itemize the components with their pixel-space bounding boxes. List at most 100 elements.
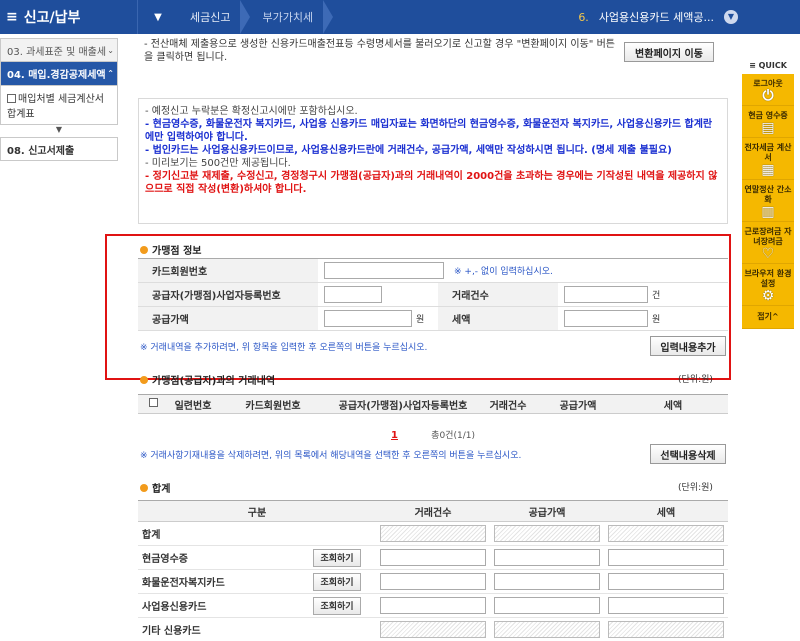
supply-amount-label: 공급가액 — [138, 307, 318, 330]
form-row: 공급자(가맹점)사업자등록번호 거래건수 건 — [138, 283, 728, 307]
business-card-lookup-button[interactable]: 조회하기 — [313, 596, 361, 615]
quick-menu-title: ≡ QUICK — [749, 61, 787, 70]
cash-receipt-lookup-button[interactable]: 조회하기 — [313, 548, 361, 567]
table-header-row: 일련번호 카드회원번호 공급자(가맹점)사업자등록번호 거래건수 공급가액 세액 — [138, 394, 728, 414]
step-selector[interactable]: 6. 사업용신용카드 세액공... ▼ — [578, 9, 738, 25]
quick-collapse-button[interactable]: 접기^ — [742, 306, 794, 329]
freight-card-count-input[interactable] — [380, 573, 486, 590]
other-card-count-field — [380, 621, 486, 638]
chevron-down-icon[interactable]: ▼ — [724, 10, 738, 24]
convert-page-button[interactable]: 변환페이지 이동 — [624, 42, 714, 62]
quick-browser-settings[interactable]: 브라우저 환경설정 ⚙ — [742, 264, 794, 306]
page-link[interactable]: 1 — [391, 430, 398, 441]
quick-e-invoice[interactable]: 전자세금 계산서 ▦ — [742, 138, 794, 180]
notice-box: - 예정신고 누락분은 확정신고시에만 포함하십시오. - 현금영수증, 화물운… — [138, 98, 728, 224]
column-header: 거래건수 — [489, 400, 527, 412]
business-number-input[interactable] — [324, 286, 382, 303]
column-header: 카드회원번호 — [245, 400, 301, 412]
pagination: 1 총0건(1/1) — [138, 428, 728, 441]
business-number-label: 공급자(가맹점)사업자등록번호 — [138, 283, 318, 306]
column-header: 공급가액 — [528, 507, 566, 519]
supply-amount-input[interactable] — [324, 310, 412, 327]
left-step-nav: 03. 과세표준 및 매출세 ⌄ 04. 매입.경감공제세액 ⌃ 매입처별 세금… — [0, 34, 118, 641]
total-count-field — [380, 525, 486, 542]
form-row: 카드회원번호 ※ +,- 없이 입력하십시오. — [138, 259, 728, 283]
column-header: 공급자(가맹점)사업자등록번호 — [338, 400, 468, 412]
chevron-up-icon[interactable]: ⌃ — [107, 69, 114, 78]
quick-cash-receipt[interactable]: 현금 영수증 ▤ — [742, 106, 794, 138]
notice-line: - 미리보기는 500건만 제공됩니다. — [145, 158, 291, 169]
chevron-down-icon[interactable]: ▼ — [138, 12, 178, 23]
row-label: 기타 신용카드 — [142, 626, 201, 637]
business-card-supply-input[interactable] — [494, 597, 600, 614]
transactions-section-title: 가맹점(공급자)과의 거래내역 — [140, 372, 275, 387]
other-card-supply-field — [494, 621, 600, 638]
table-row: 합계 — [138, 522, 728, 546]
nav-item-label: 03. 과세표준 및 매출세 — [7, 46, 107, 58]
freight-card-tax-input[interactable] — [608, 573, 724, 590]
tax-amount-label: 세액 — [438, 307, 558, 330]
document-icon: ▥ — [761, 204, 775, 220]
nav-subitem-purchase-invoice-summary[interactable]: 매입처별 세금계산서 합계표 — [0, 86, 118, 125]
cash-receipt-tax-input[interactable] — [608, 549, 724, 566]
card-number-input[interactable] — [324, 262, 444, 279]
notice-line: - 정기신고분 재제출, 수정신고, 경정청구시 가맹점(공급자)과의 거래내역… — [145, 171, 718, 195]
column-header: 세액 — [656, 507, 676, 519]
freight-card-supply-input[interactable] — [494, 573, 600, 590]
business-card-count-input[interactable] — [380, 597, 486, 614]
menu-toggle[interactable]: ≡ 신고/납부 — [0, 0, 138, 34]
form-row: 공급가액 원 세액 원 — [138, 307, 728, 331]
supply-unit: 원 — [416, 315, 425, 325]
tax-amount-input[interactable] — [564, 310, 648, 327]
column-header: 일련번호 — [174, 400, 212, 412]
chevron-down-icon[interactable]: ▼ — [0, 125, 118, 135]
top-navigation-bar: ≡ 신고/납부 ▼ 세금신고 부가가치세 6. 사업용신용카드 세액공... ▼ — [0, 0, 800, 34]
cash-receipt-count-input[interactable] — [380, 549, 486, 566]
table-header-row: 구분 거래건수 공급가액 세액 — [138, 500, 728, 522]
transaction-count-input[interactable] — [564, 286, 648, 303]
bullet-icon — [140, 245, 148, 254]
nav-item-submit-return[interactable]: 08. 신고서제출 — [0, 137, 118, 161]
receipt-icon: ▤ — [761, 120, 775, 136]
quick-incentive[interactable]: 근로장려금 자녀장려금 ♡ — [742, 222, 794, 264]
breadcrumb-item-tax-filing[interactable]: 세금신고 — [178, 0, 251, 34]
total-supply-field — [494, 525, 600, 542]
gear-icon: ⚙ — [761, 288, 775, 304]
add-instruction: ※ 거래내역을 추가하려면, 위 항목을 입력한 후 오른쪽의 버튼을 누르십시… — [140, 343, 428, 353]
heart-icon: ♡ — [761, 246, 775, 262]
nav-item-tax-base[interactable]: 03. 과세표준 및 매출세 ⌄ — [0, 38, 118, 62]
quick-year-end-settlement[interactable]: 연말정산 간소화 ▥ — [742, 180, 794, 222]
select-all-checkbox[interactable] — [148, 398, 158, 407]
row-label: 합계 — [142, 530, 161, 541]
card-number-label: 카드회원번호 — [138, 259, 318, 282]
quick-logout[interactable]: 로그아웃 ⏻ — [742, 74, 794, 106]
row-label: 화물운전자복지카드 — [142, 578, 225, 589]
hamburger-icon[interactable]: ≡ — [6, 9, 18, 25]
minus-box-icon — [7, 94, 16, 103]
main-content: - 전산매체 제출용으로 생성한 신용카드매출전표등 수령명세서를 불러오기로 … — [105, 34, 734, 641]
row-label: 현금영수증 — [142, 554, 188, 565]
column-header: 구분 — [247, 507, 267, 519]
cash-receipt-supply-input[interactable] — [494, 549, 600, 566]
breadcrumb-item-vat[interactable]: 부가가치세 — [250, 0, 333, 34]
column-header: 거래건수 — [414, 507, 452, 519]
bullet-icon — [140, 375, 148, 384]
nav-item-purchase-deduction[interactable]: 04. 매입.경감공제세액 ⌃ — [0, 62, 118, 86]
bullet-icon — [140, 483, 148, 492]
transaction-count-label: 거래건수 — [438, 283, 558, 306]
freight-card-lookup-button[interactable]: 조회하기 — [313, 572, 361, 591]
menu-title-label: 신고/납부 — [23, 10, 81, 26]
row-label: 사업용신용카드 — [142, 602, 207, 613]
step-number: 6. — [578, 10, 589, 24]
chevron-down-icon[interactable]: ⌄ — [107, 46, 114, 55]
delete-selected-button[interactable]: 선택내용삭제 — [650, 444, 726, 464]
quick-menu: ≡ QUICK 로그아웃 ⏻ 현금 영수증 ▤ 전자세금 계산서 ▦ 연말정산 간소화… — [736, 34, 800, 641]
add-entry-button[interactable]: 입력내용추가 — [650, 336, 726, 356]
other-card-tax-field — [608, 621, 724, 638]
transactions-table: 일련번호 카드회원번호 공급자(가맹점)사업자등록번호 거래건수 공급가액 세액 — [138, 394, 728, 414]
business-card-tax-input[interactable] — [608, 597, 724, 614]
merchant-form: 카드회원번호 ※ +,- 없이 입력하십시오. 공급자(가맹점)사업자등록번호 … — [138, 258, 728, 331]
table-row: 사업용신용카드 조회하기 — [138, 594, 728, 618]
nav-item-label: 04. 매입.경감공제세액 — [7, 70, 106, 81]
summary-section-title: 합계 — [140, 480, 170, 495]
